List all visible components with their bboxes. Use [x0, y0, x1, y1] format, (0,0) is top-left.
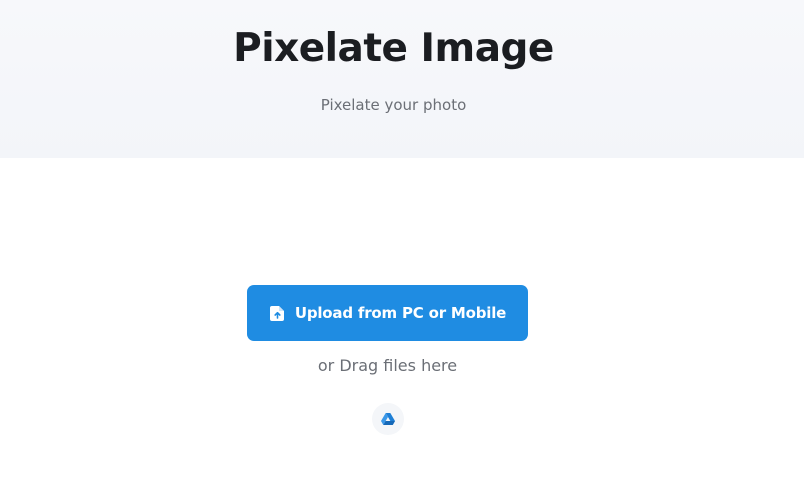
page-subtitle: Pixelate your photo: [320, 96, 467, 114]
google-drive-icon: [381, 410, 395, 429]
file-upload-icon: [269, 305, 286, 322]
hero-section: Pixelate Image Pixelate your photo: [0, 0, 804, 158]
google-drive-button[interactable]: [372, 403, 404, 435]
upload-button-label: Upload from PC or Mobile: [294, 304, 507, 322]
drag-hint: or Drag files here: [317, 356, 458, 375]
upload-button[interactable]: Upload from PC or Mobile: [247, 285, 528, 341]
page-title: Pixelate Image: [233, 26, 554, 71]
